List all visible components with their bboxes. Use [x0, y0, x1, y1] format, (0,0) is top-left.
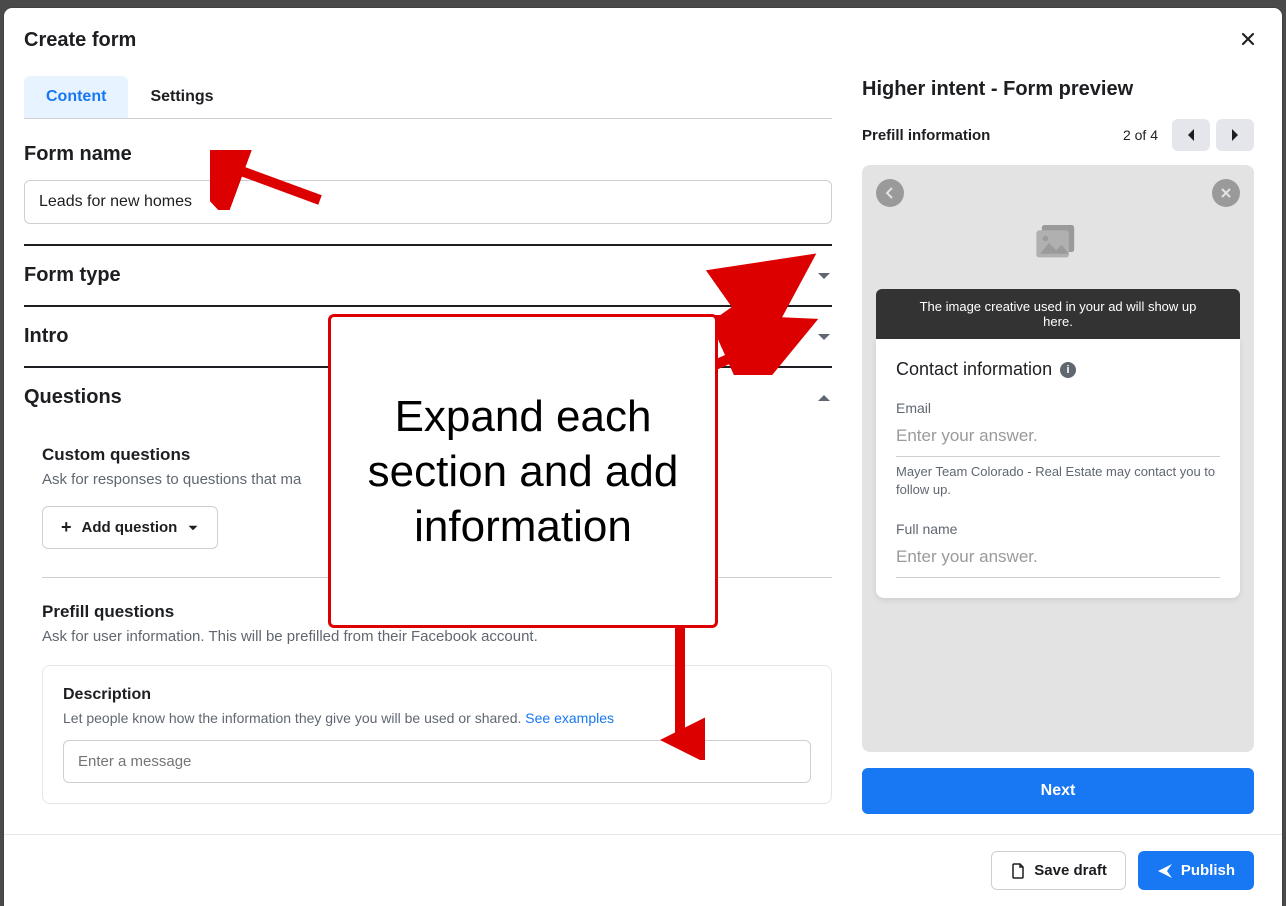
add-question-label: Add question — [82, 519, 178, 536]
description-label: Description — [63, 686, 811, 704]
info-icon[interactable]: i — [1060, 362, 1076, 378]
image-placeholder — [876, 225, 1240, 261]
description-help: Let people know how the information they… — [63, 710, 811, 726]
plus-icon: + — [61, 517, 72, 538]
modal-footer: Save draft Publish — [4, 834, 1282, 906]
section-questions[interactable]: Questions — [24, 368, 832, 427]
contact-card: Contact information i Email Enter your a… — [876, 339, 1240, 598]
preview-prev-button[interactable] — [1172, 119, 1210, 151]
form-editor-panel: Content Settings Form name Form type Int… — [4, 58, 852, 834]
fullname-input[interactable]: Enter your answer. — [896, 541, 1220, 578]
modal-title: Create form — [24, 29, 136, 52]
preview-close-button[interactable] — [1212, 179, 1240, 207]
custom-questions-desc: Ask for responses to questions that ma — [42, 471, 832, 488]
chevron-left-icon — [884, 187, 896, 199]
section-form-type-label: Form type — [24, 264, 121, 287]
image-banner: The image creative used in your ad will … — [876, 289, 1240, 339]
close-icon — [1220, 187, 1232, 199]
close-icon — [1238, 29, 1258, 49]
prefill-title: Prefill questions — [42, 602, 832, 622]
add-question-button[interactable]: + Add question — [42, 506, 218, 549]
preview-back-button[interactable] — [876, 179, 904, 207]
section-intro[interactable]: Intro — [24, 307, 832, 368]
publish-button[interactable]: Publish — [1138, 851, 1254, 890]
inner-divider — [42, 577, 832, 578]
tab-content[interactable]: Content — [24, 76, 128, 118]
preview-panel: Higher intent - Form preview Prefill inf… — [852, 58, 1282, 834]
email-note: Mayer Team Colorado - Real Estate may co… — [896, 463, 1220, 499]
send-icon — [1157, 863, 1173, 879]
chevron-up-icon — [816, 390, 832, 406]
triangle-left-icon — [1186, 128, 1196, 142]
fullname-label: Full name — [896, 521, 1220, 537]
description-box: Description Let people know how the info… — [42, 665, 832, 804]
chevron-down-icon — [816, 268, 832, 284]
document-icon — [1010, 863, 1026, 879]
section-intro-label: Intro — [24, 325, 68, 348]
caret-down-icon — [187, 522, 199, 534]
triangle-right-icon — [1230, 128, 1240, 142]
close-button[interactable] — [1234, 22, 1262, 58]
section-questions-label: Questions — [24, 386, 122, 409]
email-label: Email — [896, 400, 1220, 416]
contact-card-title-text: Contact information — [896, 359, 1052, 380]
see-examples-link[interactable]: See examples — [525, 710, 614, 726]
phone-preview: The image creative used in your ad will … — [862, 165, 1254, 752]
form-name-label: Form name — [24, 143, 832, 166]
create-form-modal: Create form Content Settings Form name F… — [4, 8, 1282, 906]
description-help-text: Let people know how the information they… — [63, 710, 525, 726]
contact-card-title: Contact information i — [896, 359, 1220, 380]
custom-questions-title: Custom questions — [42, 445, 832, 465]
section-form-type[interactable]: Form type — [24, 246, 832, 307]
preview-next-button[interactable] — [1216, 119, 1254, 151]
preview-controls: Prefill information 2 of 4 — [862, 119, 1254, 151]
chevron-down-icon — [816, 329, 832, 345]
description-input[interactable] — [63, 740, 811, 783]
form-name-input[interactable] — [24, 180, 832, 224]
image-icon — [1036, 225, 1080, 261]
save-draft-label: Save draft — [1034, 862, 1107, 879]
preview-title: Higher intent - Form preview — [862, 78, 1254, 101]
save-draft-button[interactable]: Save draft — [991, 851, 1126, 890]
prefill-desc: Ask for user information. This will be p… — [42, 628, 832, 645]
modal-header: Create form — [4, 8, 1282, 58]
editor-tabs: Content Settings — [24, 76, 832, 119]
tab-settings[interactable]: Settings — [128, 76, 235, 118]
preview-next-step-button[interactable]: Next — [862, 768, 1254, 814]
publish-label: Publish — [1181, 862, 1235, 879]
preview-section-label: Prefill information — [862, 127, 990, 144]
email-input[interactable]: Enter your answer. — [896, 420, 1220, 457]
preview-page-info: 2 of 4 — [1123, 127, 1158, 143]
